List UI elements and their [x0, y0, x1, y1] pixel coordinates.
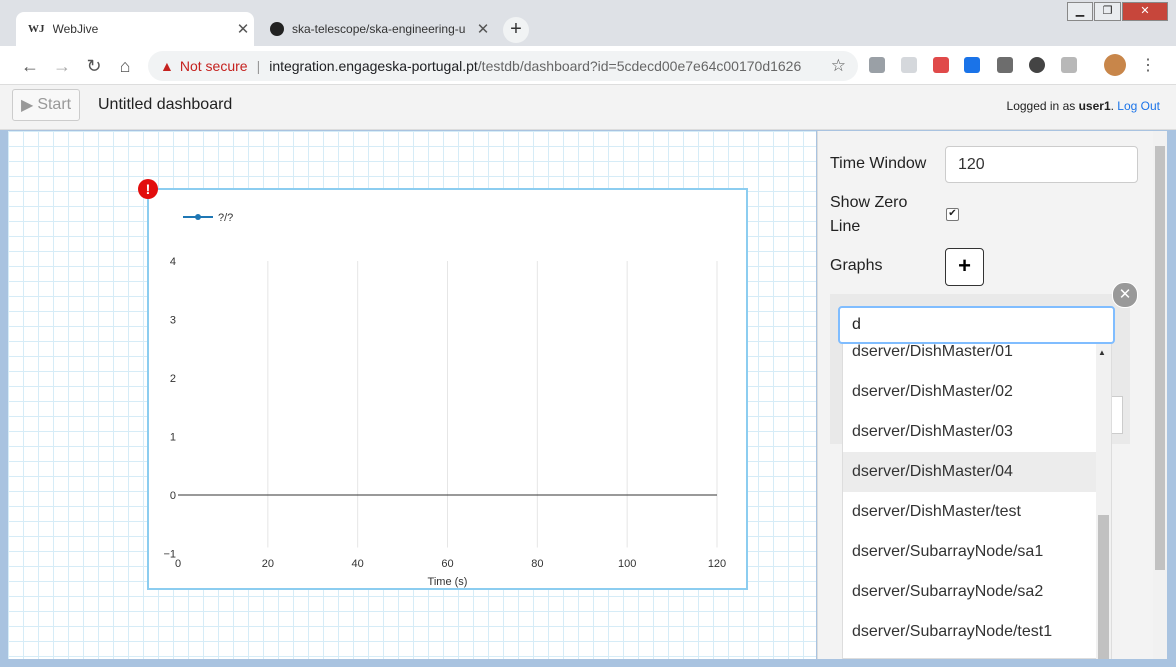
dropdown-option[interactable]: dserver/SubarrayNode/sa2: [843, 572, 1096, 612]
x-tick-label: 40: [352, 558, 364, 570]
x-tick-label: 120: [708, 558, 726, 570]
dropdown-option[interactable]: dserver/DishMaster/test: [843, 492, 1096, 532]
tab-title: WebJive: [52, 22, 99, 36]
bookmark-star-icon[interactable]: ☆: [831, 56, 846, 76]
x-tick-label: 20: [262, 558, 274, 570]
y-tick-label: 0: [170, 490, 176, 502]
divider: |: [256, 58, 261, 74]
show-zero-line-label-cont: Line: [830, 218, 861, 235]
home-icon[interactable]: ⌂: [113, 54, 137, 78]
github-icon: [270, 22, 284, 36]
play-icon: ▶: [21, 97, 34, 114]
dropdown-option[interactable]: dserver/SubarrayNode/sa1: [843, 532, 1096, 572]
y-tick-label: 4: [170, 256, 176, 268]
reload-icon[interactable]: ↻: [82, 54, 106, 78]
dropdown-scroll-thumb[interactable]: [1098, 515, 1109, 659]
x-tick-label: 0: [175, 558, 181, 570]
extension-icon[interactable]: [1061, 57, 1077, 73]
dropdown-option[interactable]: dserver/DishMaster/02: [843, 372, 1096, 412]
show-zero-line-checkbox[interactable]: ✔: [946, 208, 959, 221]
device-search-input[interactable]: [838, 306, 1115, 344]
login-status: Logged in as user1. Log Out: [1006, 99, 1160, 113]
y-tick-label: 1: [170, 432, 176, 444]
legend-marker: [195, 214, 201, 220]
device-dropdown[interactable]: dserver/DishMaster/01 dserver/DishMaster…: [842, 344, 1112, 659]
legend-entry: ?/?: [218, 212, 233, 224]
time-window-label: Time Window: [830, 155, 927, 172]
error-icon[interactable]: !: [138, 179, 158, 199]
warning-icon: ▲: [160, 58, 174, 74]
logout-link[interactable]: Log Out: [1117, 99, 1160, 113]
forward-icon[interactable]: →: [50, 54, 74, 78]
y-tick-label: 2: [170, 373, 176, 385]
tab-webjive[interactable]: WJ WebJive ✕: [16, 12, 254, 46]
show-zero-line-label: Show Zero: [830, 194, 908, 211]
security-label[interactable]: Not secure: [180, 58, 248, 74]
dashboard-title[interactable]: Untitled dashboard: [98, 96, 232, 114]
tab-github[interactable]: ska-telescope/ska-engineering-u ✕: [258, 12, 494, 46]
extension-icon[interactable]: [901, 57, 917, 73]
start-button[interactable]: ▶ Start: [12, 89, 80, 121]
profile-avatar[interactable]: [1104, 54, 1126, 76]
url-path: /testdb/dashboard?id=5cdecd00e7e64c00170…: [477, 58, 802, 74]
dropdown-option-highlighted[interactable]: dserver/DishMaster/04: [843, 452, 1096, 492]
x-tick-label: 80: [531, 558, 543, 570]
scroll-up-icon[interactable]: ▲: [1098, 348, 1106, 357]
logged-in-prefix: Logged in as: [1006, 99, 1076, 113]
close-tab-icon[interactable]: ✕: [232, 20, 254, 38]
graphs-label: Graphs: [830, 257, 883, 274]
username: user1: [1078, 99, 1111, 113]
close-window-button[interactable]: ✕: [1122, 2, 1168, 21]
x-tick-label: 100: [618, 558, 636, 570]
menu-icon[interactable]: ⋮: [1136, 54, 1160, 78]
url-host: integration.engageska-portugal.pt: [269, 58, 478, 74]
x-tick-label: 60: [441, 558, 453, 570]
dropdown-option[interactable]: dserver/DishMaster/03: [843, 412, 1096, 452]
extension-icon[interactable]: [997, 57, 1013, 73]
webjive-favicon: WJ: [28, 23, 45, 35]
panel-scroll-thumb[interactable]: [1155, 146, 1165, 570]
extension-icon[interactable]: [964, 57, 980, 73]
add-graph-button[interactable]: +: [945, 248, 984, 286]
extension-icon[interactable]: [869, 57, 885, 73]
dropdown-option[interactable]: dserver/DishMaster/01: [843, 344, 1096, 372]
maximize-button[interactable]: ❐: [1094, 2, 1121, 21]
minimize-button[interactable]: ▁: [1067, 2, 1093, 21]
new-tab-button[interactable]: +: [503, 17, 529, 43]
attribute-plot: −1012340 20 40 60 80 100 120Time (s)?/?: [163, 212, 726, 588]
address-bar[interactable]: ▲ Not secure | integration.engageska-por…: [148, 51, 858, 81]
time-window-input[interactable]: 120: [945, 146, 1138, 183]
close-tab-icon[interactable]: ✕: [472, 20, 494, 38]
dropdown-option[interactable]: dserver/SubarrayNode/test1: [843, 612, 1096, 652]
y-tick-label: 3: [170, 315, 176, 327]
start-label: Start: [37, 96, 72, 113]
extension-icon[interactable]: [933, 57, 949, 73]
tab-title: ska-telescope/ska-engineering-u: [292, 22, 466, 36]
extension-icon[interactable]: [1029, 57, 1045, 73]
hidden-input-edge: [1112, 396, 1123, 434]
back-icon[interactable]: ←: [18, 54, 42, 78]
close-graph-button[interactable]: ✕: [1112, 282, 1138, 308]
x-axis-label: Time (s): [428, 576, 468, 588]
